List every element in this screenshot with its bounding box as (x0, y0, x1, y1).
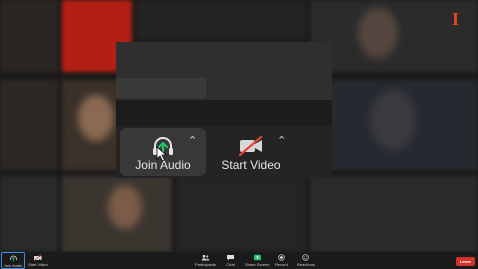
share-screen-label: Share Screen (245, 262, 270, 267)
leave-button[interactable]: Leave (456, 257, 475, 266)
people-icon (201, 254, 210, 261)
participant-tile (0, 0, 58, 72)
video-camera-off-icon (238, 135, 263, 157)
overlay-band (116, 100, 332, 126)
record-icon (278, 254, 285, 261)
participant-face (358, 8, 398, 58)
share-screen-button[interactable]: Share Screen (245, 254, 269, 267)
reactions-label: Reactions (297, 262, 315, 267)
participants-button[interactable]: Participants (195, 254, 216, 267)
headphones-arrow-icon (9, 255, 17, 262)
participant-face (78, 95, 114, 141)
participant-face (370, 90, 416, 150)
participant-tile (136, 0, 306, 40)
participant-tile (0, 176, 58, 252)
chat-button[interactable]: Chat (226, 254, 235, 267)
record-label: Record (275, 262, 288, 267)
participants-label: Participants (195, 262, 216, 267)
join-audio-label: Join Audio (3, 263, 23, 268)
participant-face (108, 185, 142, 229)
share-screen-icon (253, 254, 261, 261)
meeting-toolbar: Join Audio Start Video Participants Chat… (0, 252, 478, 269)
join-audio-button[interactable]: Join Audio (1, 252, 25, 269)
chat-label: Chat (226, 262, 235, 267)
participant-tile (0, 80, 58, 170)
overlay-band (116, 78, 206, 98)
record-button[interactable]: Record (275, 254, 288, 267)
start-video-label: Start Video (28, 262, 48, 267)
reactions-icon (302, 254, 310, 261)
participant-tile (310, 176, 478, 252)
video-camera-off-icon (34, 254, 42, 261)
start-video-label: Start Video (221, 158, 281, 172)
chat-bubble-icon (227, 255, 234, 261)
brand-logo: I (452, 9, 460, 29)
reactions-button[interactable]: Reactions (297, 254, 315, 267)
mouse-cursor-icon (156, 146, 168, 162)
zoom-overlay: Join Audio ⌃ Start Video ⌃ (116, 42, 332, 178)
chevron-up-icon[interactable]: ⌃ (188, 136, 197, 147)
chevron-up-icon[interactable]: ⌃ (277, 136, 286, 147)
participant-tile (176, 176, 306, 252)
start-video-button[interactable]: Start Video (28, 254, 48, 267)
